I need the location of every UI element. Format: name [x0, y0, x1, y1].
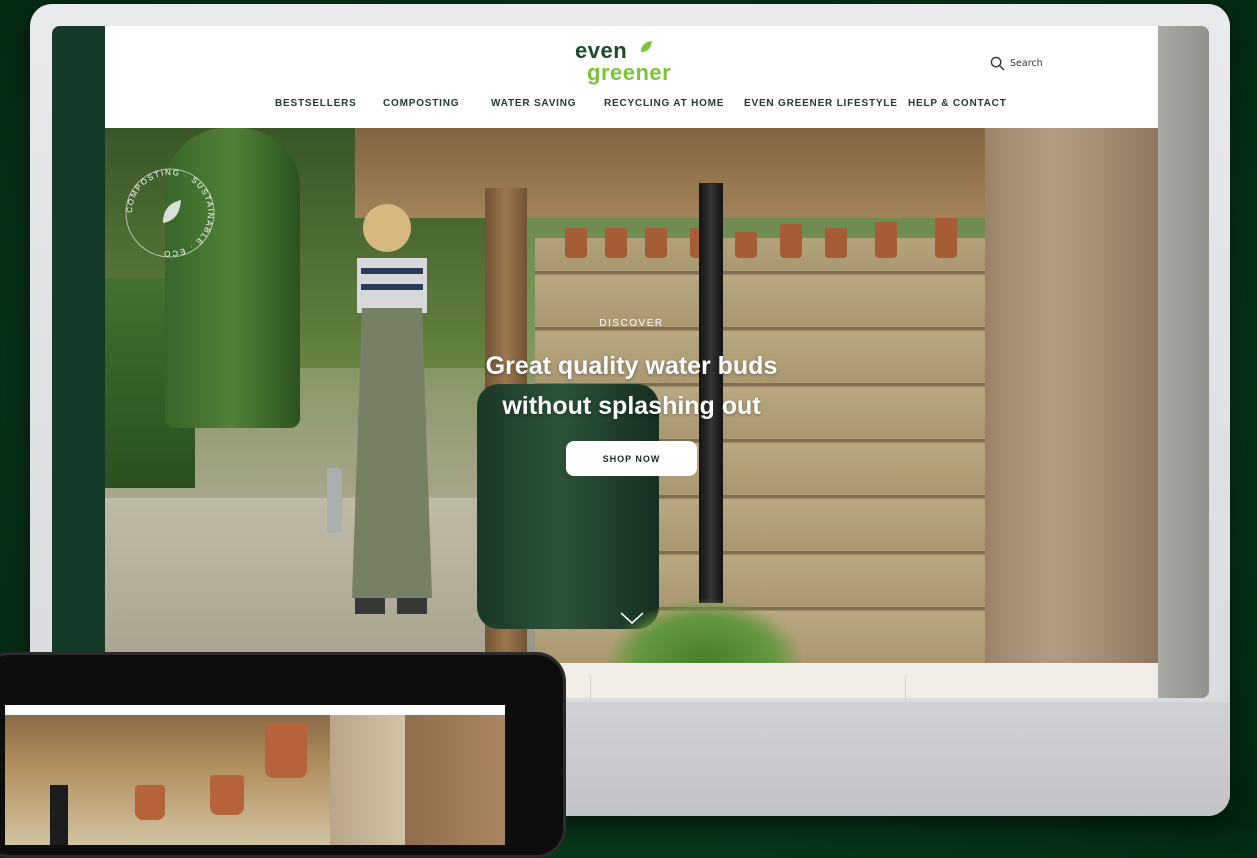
usp-divider [905, 675, 906, 698]
header-actions: Search [990, 53, 1073, 73]
site-header: even greener Search BESTSELLERS COMPOSTI… [105, 26, 1158, 128]
nav-item-bestsellers[interactable]: BESTSELLERS [275, 98, 357, 109]
leaf-icon [641, 41, 652, 52]
hero-headline-line2: without splashing out [502, 392, 761, 420]
laptop-screen [5, 705, 505, 845]
left-edge-strip [52, 26, 105, 698]
search-label: Search [1010, 57, 1043, 69]
monitor-screen: even greener Search BESTSELLERS COMPOSTI… [52, 26, 1209, 698]
laptop-post-light [330, 715, 405, 845]
nav-item-water-saving[interactable]: WATER SAVING [491, 98, 576, 109]
laptop-post-dark [405, 715, 505, 845]
laptop-device [0, 652, 566, 858]
search-icon [990, 56, 1005, 71]
nav-item-even-greener-lifestyle[interactable]: EVEN GREENER LIFESTYLE [744, 98, 898, 109]
nav-item-recycling-at-home[interactable]: RECYCLING AT HOME [604, 98, 724, 109]
nav-item-help-contact[interactable]: HELP & CONTACT [908, 98, 1007, 109]
logo-text-greener: greener [587, 60, 672, 85]
right-edge-strip [1158, 26, 1209, 698]
site-logo[interactable]: even greener [575, 38, 695, 90]
hero-headline: Great quality water buds without splashi… [415, 346, 848, 426]
main-navigation: BESTSELLERS COMPOSTING WATER SAVING RECY… [105, 98, 1158, 116]
hero-eyebrow: DISCOVER [599, 318, 664, 329]
website-page: even greener Search BESTSELLERS COMPOSTI… [105, 26, 1158, 698]
shop-now-button[interactable]: SHOP NOW [566, 441, 697, 476]
hero-headline-line1: Great quality water buds [485, 352, 778, 380]
laptop-pot [265, 723, 307, 778]
hero-banner: COMPOSTING · SUSTAINABLE · ECO DISCOVER … [105, 128, 1158, 663]
laptop-downpipe [50, 785, 68, 845]
laptop-pot [210, 775, 244, 815]
usp-divider [590, 675, 591, 698]
nav-item-composting[interactable]: COMPOSTING [383, 98, 459, 109]
chevron-down-icon[interactable] [617, 610, 647, 626]
laptop-pot [135, 785, 165, 820]
search-button[interactable]: Search [990, 56, 1043, 71]
browser-viewport: even greener Search BESTSELLERS COMPOSTI… [52, 26, 1209, 698]
sustainability-badge: COMPOSTING · SUSTAINABLE · ECO [125, 168, 215, 258]
